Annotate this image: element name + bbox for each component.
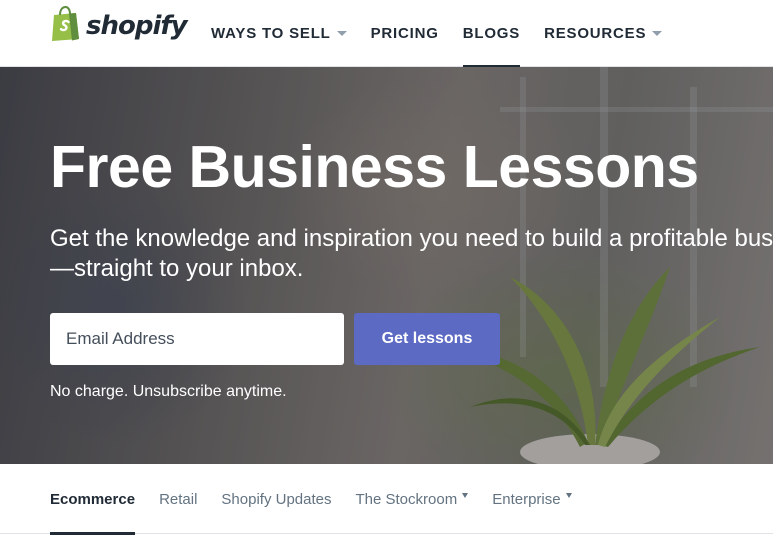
tab-label: Retail	[159, 490, 198, 508]
shopping-bag-icon	[50, 5, 82, 47]
tab-label: Ecommerce	[50, 490, 136, 508]
caret-down-icon	[462, 492, 469, 498]
category-tabs: Ecommerce Retail Shopify Updates The Sto…	[50, 464, 596, 535]
nav-label: PRICING	[370, 25, 439, 42]
hero-disclaimer: No charge. Unsubscribe anytime.	[50, 383, 287, 400]
tab-label: The Stockroom	[355, 490, 458, 508]
site-header: shopify WAYS TO SELL PRICING BLOGS RESOU…	[0, 0, 773, 68]
tab-retail[interactable]: Retail	[159, 464, 197, 534]
nav-label: BLOGS	[462, 25, 521, 42]
tab-label: Enterprise	[492, 490, 561, 508]
main-nav: WAYS TO SELL PRICING BLOGS RESOURCES	[211, 0, 686, 68]
nav-label: WAYS TO SELL	[211, 25, 331, 42]
shopify-logo[interactable]: shopify	[50, 5, 188, 47]
logo-wordmark: shopify	[86, 11, 188, 41]
tab-shopify-updates[interactable]: Shopify Updates	[221, 464, 331, 534]
tab-ecommerce[interactable]: Ecommerce	[50, 464, 136, 535]
tab-label: Shopify Updates	[221, 490, 332, 508]
nav-blogs[interactable]: BLOGS	[462, 0, 521, 68]
blog-category-nav: Ecommerce Retail Shopify Updates The Sto…	[0, 464, 773, 535]
email-field[interactable]	[50, 313, 344, 365]
nav-ways-to-sell[interactable]: WAYS TO SELL	[211, 0, 347, 67]
caret-down-icon	[565, 492, 572, 498]
caret-down-icon	[336, 31, 347, 36]
nav-pricing[interactable]: PRICING	[371, 0, 439, 67]
nav-resources[interactable]: RESOURCES	[544, 0, 663, 67]
caret-down-icon	[652, 31, 663, 36]
tab-the-stockroom[interactable]: The Stockroom	[356, 464, 469, 534]
hero-subtitle: Get the knowledge and inspiration you ne…	[50, 225, 773, 282]
hero-banner: Free Business Lessons Get the knowledge …	[0, 67, 773, 464]
tab-enterprise[interactable]: Enterprise	[492, 464, 572, 534]
get-lessons-button[interactable]: Get lessons	[354, 313, 500, 365]
hero-title: Free Business Lessons	[50, 134, 699, 200]
nav-label: RESOURCES	[544, 25, 647, 42]
